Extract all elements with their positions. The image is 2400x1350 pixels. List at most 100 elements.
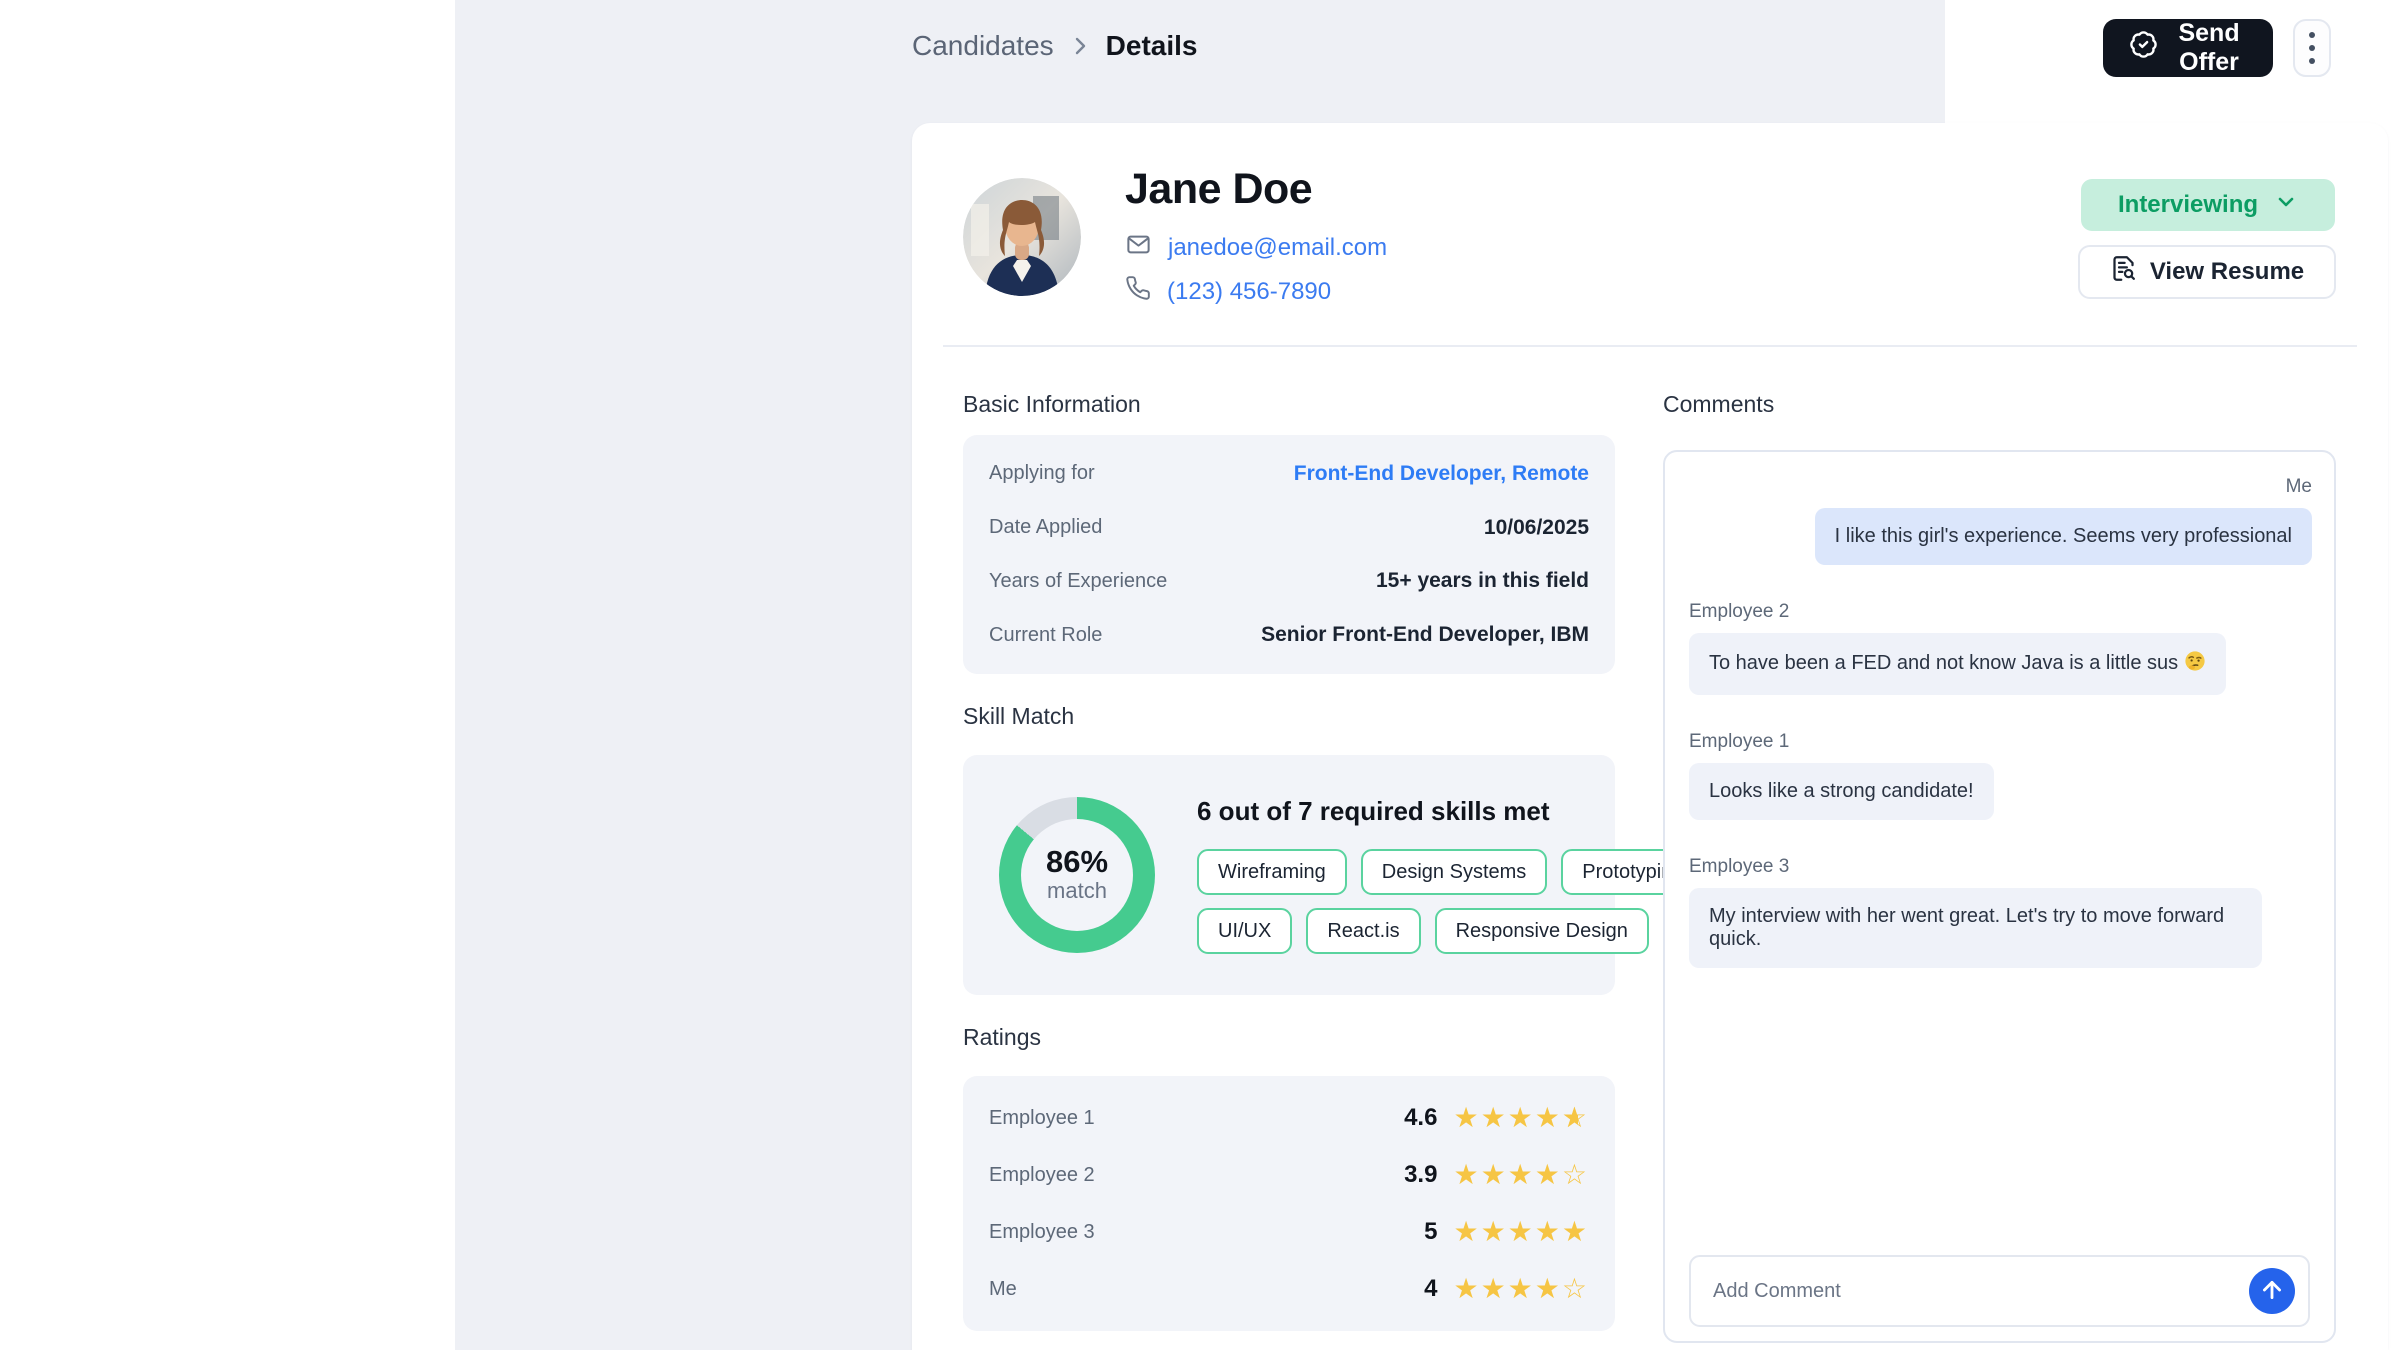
candidate-details-page: Candidates Details Send Offer (0, 0, 2400, 1350)
send-offer-label: Send Offer (2171, 19, 2247, 77)
add-comment-box (1689, 1255, 2310, 1327)
info-value: Senior Front-End Developer, IBM (1261, 623, 1589, 647)
breadcrumb: Candidates Details (912, 30, 1197, 62)
star-icon: ★ (1508, 1218, 1535, 1246)
star-rating: ★★★★☆ (1453, 1275, 1589, 1303)
star-icon: ★ (1535, 1275, 1562, 1303)
badge-check-icon (2129, 30, 2158, 66)
applying-for-link[interactable]: Front-End Developer, Remote (1294, 462, 1589, 486)
star-icon: ★ (1535, 1104, 1562, 1132)
comment-text: To have been a FED and not know Java is … (1709, 652, 2178, 674)
star-icon: ★ (1481, 1161, 1508, 1189)
star-icon: ☆ (1562, 1275, 1589, 1303)
rater-name: Me (989, 1278, 1017, 1301)
comment-bubble: Looks like a strong candidate! (1689, 763, 1994, 820)
star-icon: ★ (1535, 1218, 1562, 1246)
skill-pill: Wireframing (1197, 849, 1347, 895)
rating-row: Me 4 ★★★★☆ (989, 1261, 1589, 1318)
email-row[interactable]: janedoe@email.com (1125, 231, 1387, 265)
view-resume-button[interactable]: View Resume (2078, 245, 2336, 299)
thinking-face-emoji (2184, 650, 2206, 678)
star-icon: ★ (1508, 1275, 1535, 1303)
chevron-right-icon (1068, 34, 1092, 58)
star-icon: ★ (1535, 1161, 1562, 1189)
star-icon: ★ (1453, 1275, 1480, 1303)
rater-name: Employee 1 (989, 1107, 1095, 1130)
basic-info-card: Applying for Front-End Developer, Remote… (963, 435, 1615, 674)
arrow-up-icon (2259, 1277, 2285, 1306)
more-options-button[interactable] (2293, 19, 2331, 77)
skill-match-card: 86% match 6 out of 7 required skills met… (963, 755, 1615, 995)
match-label: match (1047, 878, 1107, 904)
kebab-dot (2309, 45, 2315, 51)
star-rating: ★★★★★ (1453, 1218, 1589, 1246)
phone-row[interactable]: (123) 456-7890 (1125, 275, 1331, 308)
rater-name: Employee 2 (989, 1164, 1095, 1187)
info-label: Applying for (989, 462, 1095, 485)
candidate-avatar (963, 178, 1081, 296)
star-icon: ★ (1508, 1104, 1535, 1132)
info-label: Years of Experience (989, 570, 1167, 593)
breadcrumb-candidates[interactable]: Candidates (912, 30, 1054, 62)
star-icon: ★ (1508, 1161, 1535, 1189)
comment-author: Employee 1 (1689, 731, 1789, 753)
info-label: Date Applied (989, 516, 1102, 539)
info-row-current-role: Current Role Senior Front-End Developer,… (989, 608, 1589, 662)
info-value: 15+ years in this field (1376, 569, 1589, 593)
comment-author: Me (2286, 476, 2312, 498)
candidate-card: Jane Doe janedoe@email.com (123) 456-789… (912, 123, 2388, 1350)
candidate-phone[interactable]: (123) 456-7890 (1167, 278, 1331, 306)
comment-author: Employee 2 (1689, 601, 1789, 623)
file-search-icon (2110, 255, 2137, 289)
comment-bubble: I like this girl's experience. Seems ver… (1815, 508, 2312, 565)
kebab-dot (2309, 58, 2315, 64)
candidate-name: Jane Doe (1125, 165, 1312, 214)
rating-value: 5 (1424, 1218, 1437, 1246)
add-comment-input[interactable] (1713, 1280, 2249, 1303)
comment-author: Employee 3 (1689, 856, 1789, 878)
basic-info-heading: Basic Information (963, 391, 1141, 418)
candidate-email[interactable]: janedoe@email.com (1168, 234, 1387, 262)
send-comment-button[interactable] (2249, 1268, 2295, 1314)
send-offer-button[interactable]: Send Offer (2103, 19, 2273, 77)
info-row-date-applied: Date Applied 10/06/2025 (989, 501, 1589, 555)
skill-pill: Responsive Design (1435, 908, 1649, 954)
star-icon: ★ (1481, 1275, 1508, 1303)
comment-bubble: My interview with her went great. Let's … (1689, 888, 2262, 968)
star-icon: ☆★ (1562, 1104, 1589, 1132)
skill-pill: UI/UX (1197, 908, 1292, 954)
status-dropdown[interactable]: Interviewing (2081, 179, 2335, 231)
topbar-actions: Send Offer (2103, 19, 2331, 77)
rating-value: 4.6 (1404, 1104, 1437, 1132)
star-icon: ★ (1453, 1104, 1480, 1132)
status-label: Interviewing (2118, 191, 2258, 219)
star-icon: ★ (1481, 1218, 1508, 1246)
info-row-applying-for: Applying for Front-End Developer, Remote (989, 447, 1589, 501)
info-label: Current Role (989, 624, 1102, 647)
star-icon: ★ (1453, 1218, 1480, 1246)
star-icon: ☆ (1562, 1161, 1589, 1189)
phone-icon (1125, 275, 1151, 308)
info-value: 10/06/2025 (1484, 516, 1589, 540)
breadcrumb-details: Details (1106, 30, 1198, 62)
rating-row: Employee 2 3.9 ★★★★☆ (989, 1147, 1589, 1204)
skill-match-donut: 86% match (999, 797, 1155, 953)
rater-name: Employee 3 (989, 1221, 1095, 1244)
mail-icon (1125, 231, 1152, 265)
profile-divider (943, 345, 2357, 347)
content-shell: Candidates Details Send Offer (455, 0, 1945, 1350)
info-row-experience: Years of Experience 15+ years in this fi… (989, 555, 1589, 609)
rating-value: 4 (1424, 1275, 1437, 1303)
comment-bubble: To have been a FED and not know Java is … (1689, 633, 2226, 695)
skill-pill: Design Systems (1361, 849, 1548, 895)
skill-match-heading: Skill Match (963, 703, 1074, 730)
comment-employee-1: Employee 1 Looks like a strong candidate… (1689, 731, 2312, 820)
ratings-card: Employee 1 4.6 ★★★★☆★ Employee 2 3.9 ★★★… (963, 1076, 1615, 1331)
view-resume-label: View Resume (2150, 258, 2304, 286)
star-icon: ★ (1481, 1104, 1508, 1132)
donut-center: 86% match (999, 797, 1155, 953)
comments-list[interactable]: Me I like this girl's experience. Seems … (1665, 452, 2334, 1255)
match-percent: 86% (1046, 846, 1108, 879)
skill-pill: React.is (1306, 908, 1420, 954)
comment-me: Me I like this girl's experience. Seems … (1689, 476, 2312, 565)
